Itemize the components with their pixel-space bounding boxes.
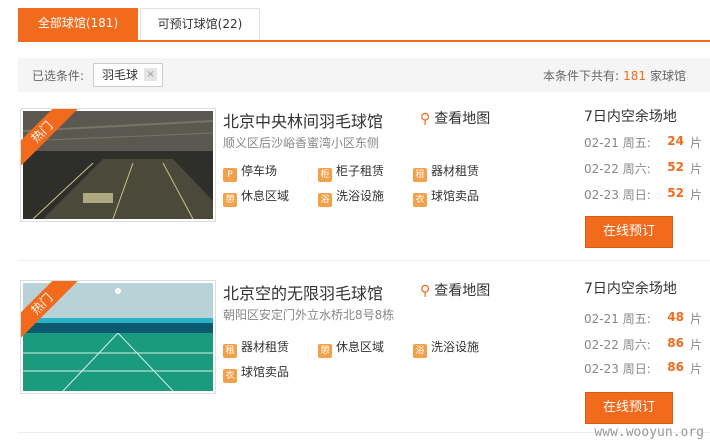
avail-unit: 片 xyxy=(689,162,702,176)
facility-label: 洗浴设施 xyxy=(336,189,385,203)
avail-day: 周六: xyxy=(622,162,651,176)
view-map-link[interactable]: ⚲ 查看地图 xyxy=(420,280,490,300)
avail-date: 02-21 xyxy=(584,136,619,150)
result-prefix: 本条件下共有: xyxy=(543,69,620,83)
facility-item: 租器材租赁 xyxy=(223,338,289,358)
availability-row: 02-21 周五: 24 片 xyxy=(584,134,704,151)
avail-unit: 片 xyxy=(689,338,702,352)
venue-name[interactable]: 北京空的无限羽毛球馆 xyxy=(223,280,383,304)
avail-count: 48 xyxy=(667,310,684,324)
avail-unit: 片 xyxy=(689,312,702,326)
filter-label: 已选条件: xyxy=(32,69,85,83)
rental-icon: 租 xyxy=(223,344,237,358)
result-suffix: 家球馆 xyxy=(649,69,686,83)
avail-date: 02-23 xyxy=(584,362,619,376)
facility-label: 洗浴设施 xyxy=(431,340,480,354)
facility-item: 浴洗浴设施 xyxy=(318,187,384,207)
venue-tabs: 全部球馆(181) 可预订球馆(22) xyxy=(18,8,710,42)
avail-unit: 片 xyxy=(689,362,702,376)
avail-unit: 片 xyxy=(689,188,702,202)
facility-label: 器材租赁 xyxy=(241,340,290,354)
venue-photo[interactable]: 热门 xyxy=(20,280,216,394)
avail-day: 周五: xyxy=(622,312,651,326)
shirt-icon: 衣 xyxy=(223,369,237,383)
avail-count: 52 xyxy=(667,186,684,200)
avail-day: 周日: xyxy=(622,188,651,202)
venue-address: 顺义区后沙峪香蜜湾小区东侧 xyxy=(223,136,380,150)
sofa-icon: 憩 xyxy=(223,193,237,207)
avail-date: 02-21 xyxy=(584,312,619,326)
facility-item: 租器材租赁 xyxy=(413,162,479,182)
shower-icon: 浴 xyxy=(413,344,427,358)
venue-name[interactable]: 北京中央林间羽毛球馆 xyxy=(223,108,383,132)
close-icon[interactable]: × xyxy=(144,68,158,81)
avail-date: 02-23 xyxy=(584,188,619,202)
avail-day: 周五: xyxy=(622,136,651,150)
availability-title: 7日内空余场地 xyxy=(584,281,677,297)
parking-icon: P xyxy=(223,168,237,182)
venue-card: 热门 北京中央林间羽毛球馆 ⚲ 查看地图 顺义区后沙峪香蜜湾小区东侧 P 停车场 柜… xyxy=(18,100,710,261)
avail-count: 24 xyxy=(667,134,684,148)
view-map-link[interactable]: ⚲ 查看地图 xyxy=(420,108,490,128)
facility-label: 柜子租赁 xyxy=(336,164,385,178)
availability-row: 02-23 周日: 86 片 xyxy=(584,360,704,377)
locker-icon: 柜 xyxy=(318,168,332,182)
filter-chip-label: 羽毛球 xyxy=(102,68,139,82)
avail-count: 86 xyxy=(667,360,684,374)
shower-icon: 浴 xyxy=(318,193,332,207)
availability-title: 7日内空余场地 xyxy=(584,109,677,125)
filter-bar: 已选条件: 羽毛球 × 本条件下共有: 181 家球馆 xyxy=(18,58,710,92)
avail-day: 周六: xyxy=(622,338,651,352)
venue-card: 热门 北京空的无限羽毛球馆 ⚲ 查看地图 朝阳区安定门外立水桥北8号8栋 租器材租… xyxy=(18,272,710,433)
availability-row: 02-22 周六: 86 片 xyxy=(584,336,704,353)
facility-item: 憩休息区域 xyxy=(318,338,384,358)
avail-unit: 片 xyxy=(689,136,702,150)
avail-day: 周日: xyxy=(622,362,651,376)
book-online-button[interactable]: 在线预订 xyxy=(585,216,673,248)
availability-row: 02-21 周五: 48 片 xyxy=(584,310,704,327)
tab-bookable-venues[interactable]: 可预订球馆(22) xyxy=(140,8,260,40)
map-pin-icon: ⚲ xyxy=(420,283,431,299)
facility-label: 球馆卖品 xyxy=(241,365,290,379)
facility-label: 器材租赁 xyxy=(431,164,480,178)
venue-photo[interactable]: 热门 xyxy=(20,108,216,222)
avail-date: 02-22 xyxy=(584,338,619,352)
result-count: 181 xyxy=(623,69,646,83)
avail-count: 52 xyxy=(667,160,684,174)
facility-label: 停车场 xyxy=(241,164,278,178)
facility-label: 休息区域 xyxy=(336,340,385,354)
facility-item: 憩休息区域 xyxy=(223,187,289,207)
view-map-label: 查看地图 xyxy=(434,283,491,299)
avail-date: 02-22 xyxy=(584,162,619,176)
view-map-label: 查看地图 xyxy=(434,111,491,127)
facility-label: 球馆卖品 xyxy=(431,189,480,203)
facility-item: 衣球馆卖品 xyxy=(413,187,479,207)
facility-item: 浴洗浴设施 xyxy=(413,338,479,358)
availability-row: 02-22 周六: 52 片 xyxy=(584,160,704,177)
avail-count: 86 xyxy=(667,336,684,350)
rental-icon: 租 xyxy=(413,168,427,182)
tab-all-venues[interactable]: 全部球馆(181) xyxy=(18,8,138,40)
book-online-button[interactable]: 在线预订 xyxy=(585,392,673,424)
map-pin-icon: ⚲ xyxy=(420,111,431,127)
facility-label: 休息区域 xyxy=(241,189,290,203)
watermark: www.wooyun.org xyxy=(594,425,704,440)
shirt-icon: 衣 xyxy=(413,193,427,207)
facility-item: 衣球馆卖品 xyxy=(223,363,289,383)
facility-item: 柜柜子租赁 xyxy=(318,162,384,182)
availability-row: 02-23 周日: 52 片 xyxy=(584,186,704,203)
venue-address: 朝阳区安定门外立水桥北8号8栋 xyxy=(223,308,395,322)
facility-item: P 停车场 xyxy=(223,162,277,182)
filter-chip-badminton[interactable]: 羽毛球 × xyxy=(93,63,164,87)
result-count-text: 本条件下共有: 181 家球馆 xyxy=(543,67,686,84)
sofa-icon: 憩 xyxy=(318,344,332,358)
